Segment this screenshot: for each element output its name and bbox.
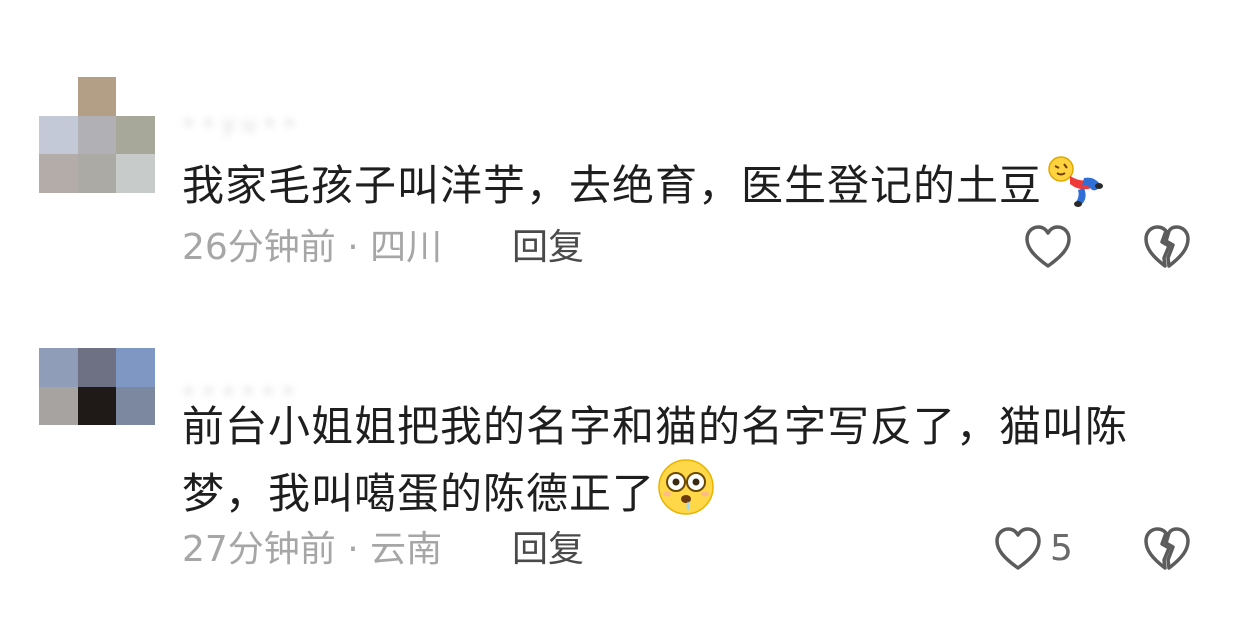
avatar-cell [116, 77, 155, 116]
like-button[interactable]: 5 [994, 526, 1073, 572]
comment-text: 我家毛孩子叫洋芋，去绝育，医生登记的土豆 [182, 152, 1192, 217]
meta-separator: · [335, 227, 371, 268]
heart-icon [1024, 224, 1072, 270]
comment-text-content: 前台小姐姐把我的名字和猫的名字写反了，猫叫陈梦，我叫噶蛋的陈德正了 [182, 402, 1129, 518]
avatar-cell [39, 154, 78, 193]
fallen-person-emoji-icon [1044, 152, 1106, 208]
heart-icon [994, 526, 1042, 572]
comment-meta: 27分钟前 · 云南 [182, 528, 442, 572]
username[interactable]: • • y u • • [182, 112, 296, 137]
avatar-cell [77, 386, 117, 426]
comment-time: 26分钟前 [182, 227, 336, 268]
meta-separator: · [335, 529, 371, 570]
comment-text-content: 我家毛孩子叫洋芋，去绝育，医生登记的土豆 [182, 161, 1043, 210]
avatar-cell [116, 386, 155, 426]
avatar-cell [77, 77, 117, 116]
broken-heart-icon [1143, 224, 1191, 270]
drooling-shocked-face-emoji-icon [657, 458, 715, 516]
comment-meta: 26分钟前 · 四川 [182, 226, 442, 270]
avatar-cell [116, 348, 155, 387]
avatar-cell [77, 115, 117, 155]
comment-location: 云南 [370, 529, 443, 570]
avatar-cell [116, 115, 155, 155]
reply-button[interactable]: 回复 [512, 528, 584, 572]
reply-button[interactable]: 回复 [512, 226, 584, 270]
avatar-cell [77, 348, 117, 387]
dislike-button[interactable] [1143, 526, 1191, 572]
comment-time: 27分钟前 [182, 529, 336, 570]
like-button[interactable] [1024, 224, 1080, 270]
avatar-cell [77, 154, 117, 193]
comment-text: 前台小姐姐把我的名字和猫的名字写反了，猫叫陈梦，我叫噶蛋的陈德正了 [182, 396, 1192, 525]
avatar-cell [39, 386, 78, 426]
comment-location: 四川 [370, 227, 443, 268]
avatar-cell [39, 348, 78, 387]
avatar-cell [39, 115, 78, 155]
avatar[interactable] [39, 77, 155, 193]
avatar-cell [77, 425, 117, 464]
avatar-cell [116, 425, 155, 464]
avatar-cell [116, 154, 155, 193]
broken-heart-icon [1143, 526, 1191, 572]
like-count: 5 [1050, 528, 1073, 569]
avatar[interactable] [39, 348, 155, 464]
avatar-cell [39, 425, 78, 464]
avatar-cell [39, 77, 78, 116]
dislike-button[interactable] [1143, 224, 1191, 270]
